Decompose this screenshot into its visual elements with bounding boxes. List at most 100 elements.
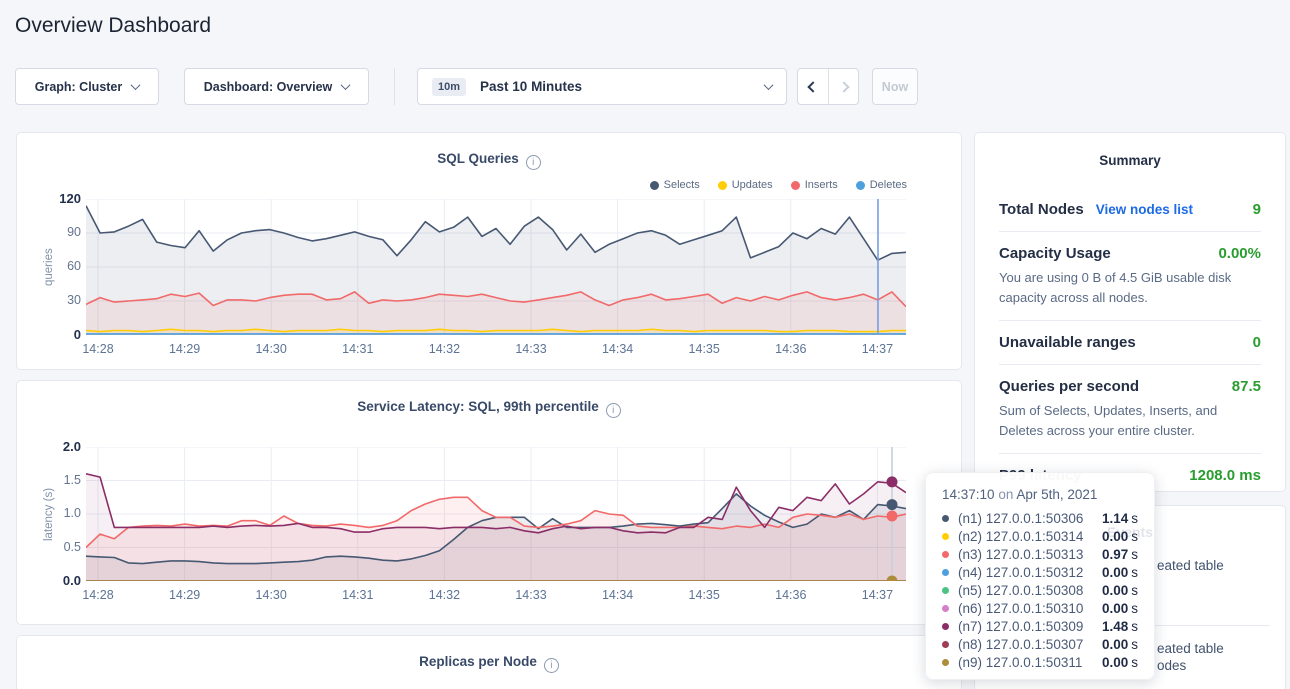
tooltip-node-value: 0.00 xyxy=(1102,601,1128,616)
dashboard-dropdown[interactable]: Dashboard: Overview xyxy=(184,68,369,105)
x-axis-tick: 14:31 xyxy=(330,342,386,356)
legend-item[interactable]: Deletes xyxy=(856,179,907,191)
tooltip-node-row: (n5) 127.0.0.1:503080.00s xyxy=(942,581,1138,599)
y-axis-tick: 30 xyxy=(39,293,81,307)
summary-value: 9 xyxy=(1253,201,1261,218)
summary-value: 87.5 xyxy=(1232,378,1261,395)
y-axis-tick: 60 xyxy=(39,259,81,273)
tooltip-node-value: 0.00 xyxy=(1102,583,1128,598)
x-axis-tick: 14:33 xyxy=(503,588,559,602)
y-axis-tick: 2.0 xyxy=(39,439,81,454)
info-icon[interactable]: i xyxy=(606,403,621,418)
legend-dot-icon xyxy=(791,181,800,190)
x-axis-tick: 14:29 xyxy=(157,342,213,356)
summary-desc: Sum of Selects, Updates, Inserts, and De… xyxy=(999,401,1261,440)
y-axis-tick: 90 xyxy=(39,225,81,239)
node-color-dot-icon xyxy=(942,641,949,648)
chevron-down-icon xyxy=(341,80,351,90)
time-range-dropdown[interactable]: 10m Past 10 Minutes xyxy=(417,68,787,105)
tooltip-node-unit: s xyxy=(1131,637,1138,652)
legend-dot-icon xyxy=(650,181,659,190)
summary-body: Total Nodes View nodes list 9 Capacity U… xyxy=(975,188,1285,497)
x-axis-tick: 14:28 xyxy=(70,342,126,356)
x-axis-tick: 14:37 xyxy=(849,342,905,356)
summary-label: Total Nodes xyxy=(999,201,1084,218)
time-back-button[interactable] xyxy=(798,69,828,104)
chevron-down-icon xyxy=(764,80,774,90)
legend-item[interactable]: Selects xyxy=(650,179,700,191)
summary-label: Capacity Usage xyxy=(999,245,1111,262)
y-axis-tick: 0 xyxy=(39,327,81,342)
y-axis-tick: 1.0 xyxy=(39,506,81,520)
graph-dropdown-label: Graph: Cluster xyxy=(35,80,123,94)
chart-title-text: SQL Queries xyxy=(437,151,519,166)
event-text-fragment: odes xyxy=(1157,658,1186,673)
node-color-dot-icon xyxy=(942,659,949,666)
legend-dot-icon xyxy=(856,181,865,190)
tooltip-node-unit: s xyxy=(1131,655,1138,670)
view-nodes-list-link[interactable]: View nodes list xyxy=(1096,202,1193,217)
x-axis-tick: 14:30 xyxy=(243,588,299,602)
x-axis-tick: 14:30 xyxy=(243,342,299,356)
service-latency-chart-card: Service Latency: SQL, 99th percentilei l… xyxy=(16,380,962,625)
y-axis-tick: 120 xyxy=(39,191,81,206)
chevron-left-icon xyxy=(807,81,818,92)
now-button[interactable]: Now xyxy=(872,68,918,105)
service-latency-plot[interactable] xyxy=(86,447,906,581)
x-axis-tick: 14:33 xyxy=(503,342,559,356)
tooltip-node-unit: s xyxy=(1131,583,1138,598)
tooltip-node-row: (n8) 127.0.0.1:503070.00s xyxy=(942,635,1138,653)
legend-label: Deletes xyxy=(870,179,907,191)
tooltip-node-value: 1.48 xyxy=(1102,619,1128,634)
node-color-dot-icon xyxy=(942,533,949,540)
summary-row-total-nodes: Total Nodes View nodes list 9 xyxy=(999,188,1261,232)
legend-item[interactable]: Inserts xyxy=(791,179,838,191)
tooltip-node-address: (n6) 127.0.0.1:50310 xyxy=(958,601,1102,616)
chart-svg xyxy=(86,199,906,335)
event-text-fragment: eated table xyxy=(1157,558,1224,573)
summary-label: Queries per second xyxy=(999,378,1139,395)
sql-queries-plot[interactable] xyxy=(86,199,906,335)
summary-row-unavailable-ranges: Unavailable ranges 0 xyxy=(999,321,1261,365)
summary-panel: Summary Total Nodes View nodes list 9 Ca… xyxy=(974,132,1286,492)
chevron-right-icon xyxy=(838,81,849,92)
info-icon[interactable]: i xyxy=(526,155,541,170)
chart-title-text: Replicas per Node xyxy=(419,654,537,669)
tooltip-node-unit: s xyxy=(1131,619,1138,634)
tooltip-node-unit: s xyxy=(1131,547,1138,562)
x-axis-tick: 14:35 xyxy=(676,342,732,356)
chart-svg xyxy=(86,447,906,581)
x-axis-tick: 14:35 xyxy=(676,588,732,602)
y-axis-tick: 1.5 xyxy=(39,473,81,487)
tooltip-node-unit: s xyxy=(1131,601,1138,616)
tooltip-node-value: 0.00 xyxy=(1102,655,1128,670)
tooltip-node-address: (n9) 127.0.0.1:50311 xyxy=(958,655,1102,670)
info-icon[interactable]: i xyxy=(544,658,559,673)
time-forward-button[interactable] xyxy=(828,69,858,104)
x-axis-tick: 14:34 xyxy=(590,588,646,602)
legend-item[interactable]: Updates xyxy=(718,179,773,191)
summary-desc: You are using 0 B of 4.5 GiB usable disk… xyxy=(999,268,1261,307)
chevron-down-icon xyxy=(131,80,141,90)
dashboard-dropdown-label: Dashboard: Overview xyxy=(204,80,333,94)
service-latency-chart-title: Service Latency: SQL, 99th percentilei xyxy=(17,399,961,418)
summary-value: 1208.0 ms xyxy=(1189,467,1261,484)
tooltip-node-row: (n6) 127.0.0.1:503100.00s xyxy=(942,599,1138,617)
node-color-dot-icon xyxy=(942,515,949,522)
chart-legend: Selects Updates Inserts Deletes xyxy=(650,179,907,191)
chart-hover-tooltip: 14:37:10 on Apr 5th, 2021 (n1) 127.0.0.1… xyxy=(925,472,1155,680)
summary-row-capacity-usage: Capacity Usage 0.00% You are using 0 B o… xyxy=(999,232,1261,321)
node-color-dot-icon xyxy=(942,569,949,576)
time-nav-group xyxy=(797,68,859,105)
event-text-fragment: eated table xyxy=(1157,641,1224,656)
now-button-label: Now xyxy=(882,80,908,94)
time-range-label: Past 10 Minutes xyxy=(480,79,582,94)
tooltip-node-value: 0.97 xyxy=(1102,547,1128,562)
y-axis-tick: 0.0 xyxy=(39,573,81,588)
x-axis-tick: 14:36 xyxy=(763,342,819,356)
tooltip-node-address: (n4) 127.0.0.1:50312 xyxy=(958,565,1102,580)
page-title: Overview Dashboard xyxy=(15,14,211,38)
legend-label: Updates xyxy=(732,179,773,191)
graph-dropdown[interactable]: Graph: Cluster xyxy=(15,68,159,105)
tooltip-node-address: (n7) 127.0.0.1:50309 xyxy=(958,619,1102,634)
